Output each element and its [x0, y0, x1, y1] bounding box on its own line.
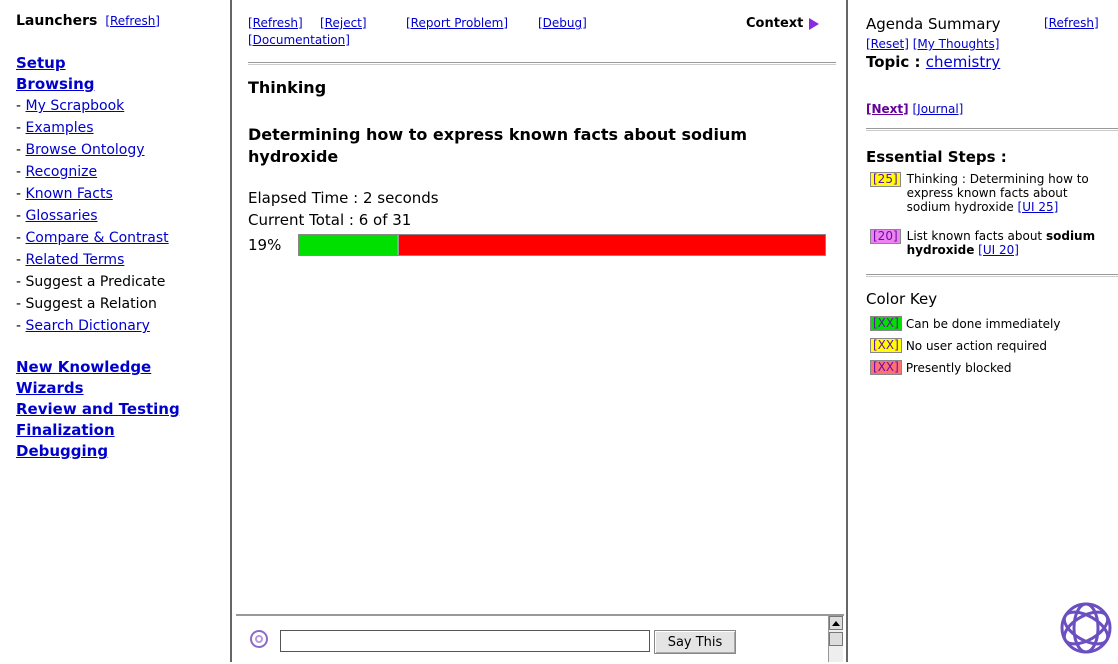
scrollbar[interactable]: [828, 616, 843, 662]
agenda-pane: Agenda Summary [Refresh] [Reset] [My Tho…: [852, 0, 1118, 662]
review-testing-link[interactable]: Review and Testing: [16, 399, 230, 420]
list-item: [25] Thinking : Determining how to expre…: [870, 172, 1110, 214]
suggest-predicate-text: Suggest a Predicate: [25, 274, 166, 290]
color-key-item: [XX] No user action required: [870, 338, 1047, 353]
say-input[interactable]: [280, 630, 650, 652]
list-item: - Search Dictionary: [16, 318, 150, 334]
my-scrapbook-link[interactable]: My Scrapbook: [26, 98, 125, 114]
examples-link[interactable]: Examples: [26, 120, 94, 136]
divider: [866, 128, 1118, 131]
launchers-pane: Launchers [Refresh] Setup Browsing - My …: [0, 0, 232, 662]
key-tag: [XX]: [870, 360, 902, 375]
ui-20-link[interactable]: [UI 20]: [978, 243, 1019, 257]
essential-steps-title: Essential Steps :: [866, 148, 1007, 166]
reject-link[interactable]: [Reject]: [320, 16, 367, 30]
browse-ontology-link[interactable]: Browse Ontology: [26, 142, 145, 158]
topic: Topic : chemistry: [866, 53, 1000, 71]
list-item: - Suggest a Relation: [16, 296, 157, 312]
wizards-link[interactable]: Wizards: [16, 378, 230, 399]
topic-label: Topic :: [866, 53, 926, 71]
list-item: - Recognize: [16, 164, 98, 180]
list-item: - Glossaries: [16, 208, 98, 224]
list-item: - My Scrapbook: [16, 98, 125, 114]
refresh-link[interactable]: [Refresh]: [248, 16, 303, 30]
agenda-refresh-link[interactable]: [Refresh]: [1044, 16, 1099, 30]
debugging-link[interactable]: Debugging: [16, 441, 230, 462]
list-item: - Compare & Contrast: [16, 230, 169, 246]
scroll-up-icon[interactable]: [829, 616, 843, 630]
progress-bar: [298, 234, 826, 256]
recognize-link[interactable]: Recognize: [26, 164, 98, 180]
suggest-relation-text: Suggest a Relation: [25, 296, 157, 312]
launchers-header: Launchers [Refresh]: [16, 13, 230, 29]
color-key-item: [XX] Can be done immediately: [870, 316, 1060, 331]
setup-link[interactable]: Setup: [16, 53, 230, 74]
report-problem-link[interactable]: [Report Problem]: [406, 16, 508, 30]
progress-fill: [299, 235, 399, 255]
my-thoughts-link[interactable]: [My Thoughts]: [913, 37, 1000, 51]
current-total: Current Total : 6 of 31: [248, 211, 412, 229]
say-icon: [250, 630, 268, 648]
main-pane: [Refresh] [Reject] [Report Problem] [Deb…: [236, 0, 848, 664]
list-item: - Related Terms: [16, 252, 125, 268]
list-item: - Examples: [16, 120, 94, 136]
next-link[interactable]: [Next]: [866, 102, 909, 116]
step-tag: [25]: [870, 172, 901, 187]
panel-title: Thinking: [248, 78, 327, 97]
elapsed-time: Elapsed Time : 2 seconds: [248, 189, 439, 207]
agenda-title: Agenda Summary: [866, 15, 1001, 33]
say-this-button[interactable]: Say This: [654, 630, 736, 654]
new-knowledge-link[interactable]: New Knowledge: [16, 357, 230, 378]
compare-contrast-link[interactable]: Compare & Contrast: [26, 230, 169, 246]
finalization-link[interactable]: Finalization: [16, 420, 230, 441]
step-description: Determining how to express known facts a…: [248, 125, 748, 166]
topic-link[interactable]: chemistry: [926, 53, 1001, 71]
scroll-thumb[interactable]: [829, 632, 843, 646]
step-tag: [20]: [870, 229, 901, 244]
search-dictionary-link[interactable]: Search Dictionary: [26, 318, 150, 334]
progress-percent: 19%: [248, 236, 282, 254]
glossaries-link[interactable]: Glossaries: [26, 208, 98, 224]
key-tag: [XX]: [870, 338, 902, 353]
known-facts-link[interactable]: Known Facts: [26, 186, 113, 202]
list-item: - Suggest a Predicate: [16, 274, 166, 290]
related-terms-link[interactable]: Related Terms: [26, 252, 125, 268]
color-key-title: Color Key: [866, 290, 938, 308]
journal-link[interactable]: [Journal]: [912, 102, 963, 116]
reset-link[interactable]: [Reset]: [866, 37, 909, 51]
context-arrow-icon: [809, 17, 820, 30]
list-item: - Browse Ontology: [16, 142, 145, 158]
list-item: [20] List known facts about sodium hydro…: [870, 229, 1110, 257]
step-text: Thinking : Determining how to express kn…: [906, 172, 1089, 214]
documentation-link[interactable]: [Documentation]: [248, 33, 350, 47]
agenda-nav: [Next] [Journal]: [866, 102, 963, 116]
context-toggle[interactable]: Context: [746, 16, 820, 31]
divider: [866, 274, 1118, 277]
agenda-links: [Reset] [My Thoughts]: [866, 37, 999, 51]
list-item: - Known Facts: [16, 186, 113, 202]
browsing-link[interactable]: Browsing: [16, 74, 230, 95]
say-bar: Say This: [236, 614, 844, 664]
logo-knot-icon: [1060, 602, 1112, 654]
launchers-refresh-link[interactable]: [Refresh]: [105, 14, 160, 28]
step-text: List known facts about sodium hydroxide …: [906, 229, 1096, 257]
key-tag: [XX]: [870, 316, 902, 331]
divider: [248, 62, 836, 65]
debug-link[interactable]: [Debug]: [538, 16, 587, 30]
context-label: Context: [746, 16, 804, 31]
launchers-title: Launchers: [16, 13, 98, 29]
color-key-item: [XX] Presently blocked: [870, 360, 1012, 375]
ui-25-link[interactable]: [UI 25]: [1018, 200, 1059, 214]
